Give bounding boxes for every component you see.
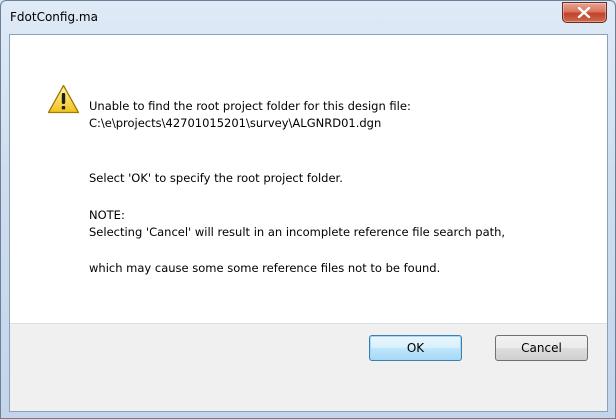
message-area: Unable to find the root project folder f… bbox=[10, 35, 607, 324]
close-icon bbox=[577, 7, 591, 18]
message-line-1: Unable to find the root project folder f… bbox=[89, 99, 411, 113]
ok-button[interactable]: OK bbox=[369, 335, 462, 361]
dialog-window: FdotConfig.ma Unable to find the root pr… bbox=[0, 0, 616, 419]
message-note-heading: NOTE: bbox=[89, 208, 125, 222]
cancel-button[interactable]: Cancel bbox=[495, 335, 588, 361]
title-bar[interactable]: FdotConfig.ma bbox=[1, 1, 615, 34]
close-button[interactable] bbox=[562, 2, 607, 23]
message-file-path: C:\e\projects\42701015201\survey\ALGNRD0… bbox=[89, 116, 382, 130]
window-title: FdotConfig.ma bbox=[10, 10, 98, 24]
message-note-line-2: which may cause some some reference file… bbox=[89, 261, 441, 275]
message-note-line-1: Selecting 'Cancel' will result in an inc… bbox=[89, 225, 506, 239]
message-line-select-ok: Select 'OK' to specify the root project … bbox=[89, 171, 343, 185]
warning-icon bbox=[47, 84, 80, 114]
